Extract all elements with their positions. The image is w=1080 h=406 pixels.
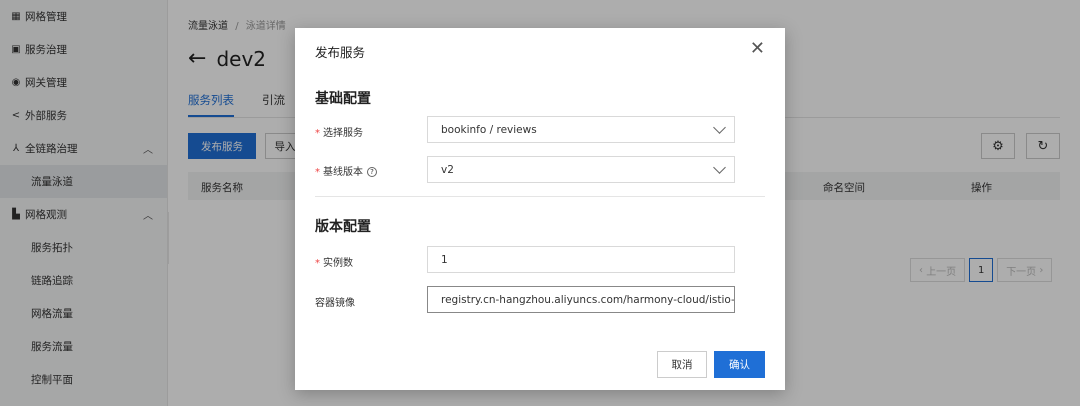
required-mark: * <box>315 258 320 269</box>
baseline-version-value: v2 <box>441 163 454 176</box>
section-title-version: 版本配置 <box>315 219 371 235</box>
chevron-down-icon <box>713 121 726 134</box>
container-image-input[interactable]: registry.cn-hangzhou.aliyuncs.com/harmon… <box>427 286 735 313</box>
instances-value: 1 <box>441 253 448 266</box>
chevron-down-icon <box>713 161 726 174</box>
close-icon[interactable]: ✕ <box>750 40 765 58</box>
container-image-value: registry.cn-hangzhou.aliyuncs.com/harmon… <box>441 293 735 306</box>
instances-input[interactable]: 1 <box>427 246 735 273</box>
required-mark: * <box>315 167 320 178</box>
instances-label: * 实例数 <box>315 254 353 269</box>
help-icon[interactable]: ? <box>367 167 377 177</box>
cancel-button[interactable]: 取消 <box>657 351 707 378</box>
image-label-text: 容器镜像 <box>315 298 355 309</box>
service-select[interactable]: bookinfo / reviews <box>427 116 735 143</box>
dialog-title: 发布服务 <box>315 45 366 60</box>
service-label-text: 选择服务 <box>323 128 363 139</box>
instances-label-text: 实例数 <box>323 258 353 269</box>
confirm-button[interactable]: 确认 <box>714 351 765 378</box>
baseline-version-select[interactable]: v2 <box>427 156 735 183</box>
baseline-label-text: 基线版本 <box>323 167 363 178</box>
section-divider <box>315 196 765 197</box>
image-label: 容器镜像 <box>315 294 355 309</box>
required-mark: * <box>315 128 320 139</box>
service-select-value: bookinfo / reviews <box>441 123 537 136</box>
section-title-basic: 基础配置 <box>315 91 371 107</box>
baseline-label: * 基线版本? <box>315 163 377 178</box>
service-label: * 选择服务 <box>315 124 363 139</box>
publish-service-dialog: 发布服务 ✕ 基础配置 * 选择服务 bookinfo / reviews * 基线… <box>295 28 785 390</box>
